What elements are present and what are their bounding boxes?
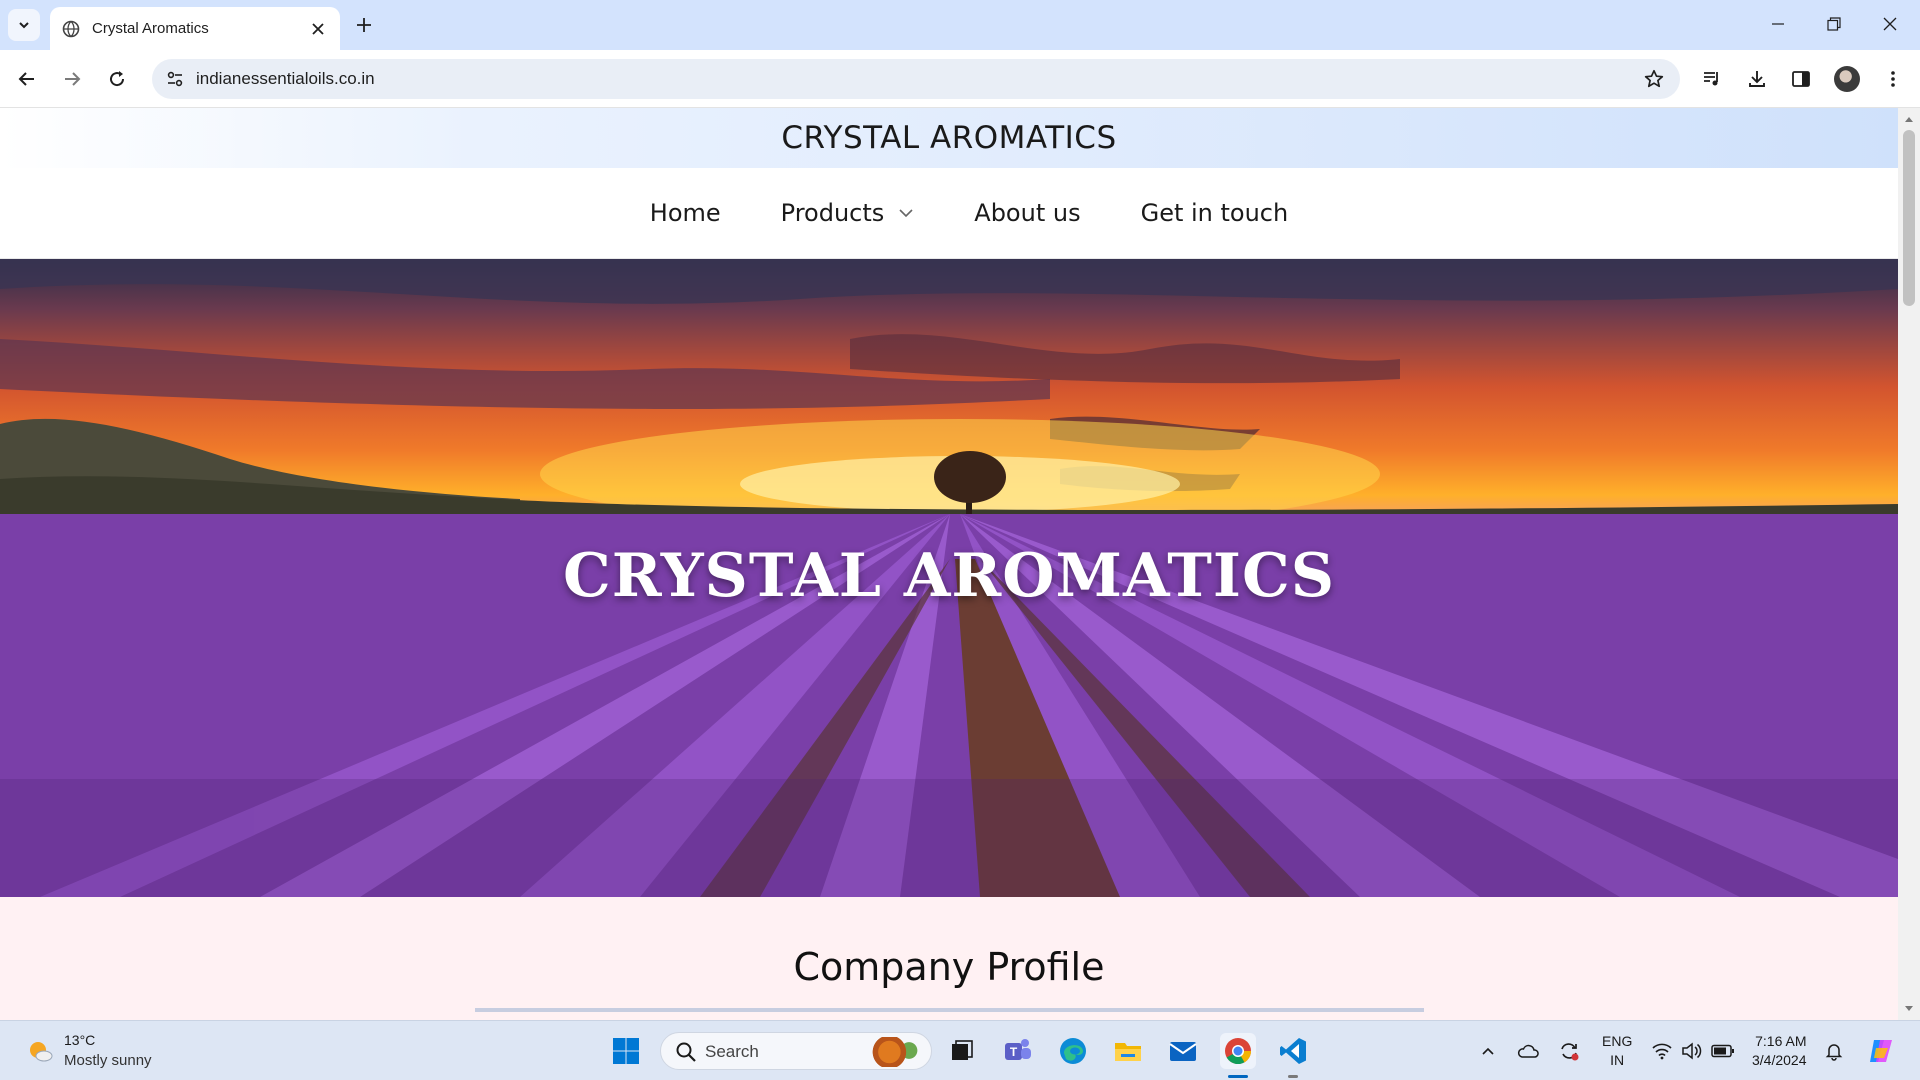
chrome-icon xyxy=(1225,1038,1252,1065)
edge-app[interactable] xyxy=(1055,1033,1091,1069)
volume-icon[interactable] xyxy=(1680,1039,1704,1063)
side-panel-icon[interactable] xyxy=(1787,65,1815,93)
tray-overflow-chevron-icon[interactable] xyxy=(1476,1039,1500,1063)
nav-contact-label: Get in touch xyxy=(1140,199,1289,227)
profile-avatar[interactable] xyxy=(1834,66,1860,92)
battery-icon[interactable] xyxy=(1711,1039,1735,1063)
wifi-icon[interactable] xyxy=(1650,1039,1674,1063)
tab-search-button[interactable] xyxy=(8,9,40,41)
browser-tab-strip: Crystal Aromatics xyxy=(0,0,1920,50)
close-icon xyxy=(1883,17,1897,31)
menu-kebab-icon[interactable] xyxy=(1879,65,1907,93)
nav-about-label: About us xyxy=(974,199,1081,227)
clock-date: 3/4/2024 xyxy=(1752,1052,1807,1068)
page-scrollbar[interactable] xyxy=(1898,108,1920,1020)
site-navigation: Home Products About us Get in touch xyxy=(0,168,1898,259)
chevron-down-icon xyxy=(19,22,29,29)
browser-toolbar: indianessentialoils.co.in xyxy=(0,50,1920,108)
chrome-active-indicator xyxy=(1228,1075,1248,1078)
copilot-icon[interactable] xyxy=(1866,1036,1896,1066)
start-button[interactable] xyxy=(608,1033,644,1069)
search-icon xyxy=(676,1042,696,1062)
file-explorer-app[interactable] xyxy=(1110,1033,1146,1069)
folder-icon xyxy=(1115,1043,1141,1061)
nav-home[interactable]: Home xyxy=(620,199,751,227)
sync-update-icon[interactable] xyxy=(1557,1039,1581,1063)
tab-title: Crystal Aromatics xyxy=(92,20,209,37)
url-text[interactable]: indianessentialoils.co.in xyxy=(196,69,375,89)
reload-button[interactable] xyxy=(100,62,134,96)
mail-icon xyxy=(1169,1042,1197,1061)
region-code: IN xyxy=(1610,1052,1625,1068)
language-code: ENG xyxy=(1602,1033,1633,1049)
notification-bell-icon[interactable] xyxy=(1822,1039,1846,1063)
hero-title: CRYSTAL AROMATICS xyxy=(562,541,1336,611)
mail-app[interactable] xyxy=(1165,1033,1201,1069)
media-controls-icon[interactable] xyxy=(1698,65,1726,93)
scroll-down-arrow-icon[interactable] xyxy=(1898,1000,1920,1018)
browser-tab-active[interactable]: Crystal Aromatics xyxy=(50,7,340,50)
windows-logo-icon xyxy=(613,1038,639,1064)
hero-banner: CRYSTAL AROMATICS xyxy=(0,259,1898,897)
weather-temperature[interactable]: 13°C xyxy=(64,1032,95,1048)
edge-icon xyxy=(1060,1038,1086,1064)
site-header: CRYSTAL AROMATICS xyxy=(0,108,1898,168)
weather-condition[interactable]: Mostly sunny xyxy=(64,1052,152,1069)
new-tab-button[interactable] xyxy=(350,11,378,39)
plus-icon xyxy=(357,18,371,32)
search-highlight-icon xyxy=(867,1037,923,1067)
arrow-left-icon xyxy=(18,72,34,86)
section-title: Company Profile xyxy=(793,945,1105,989)
task-view-icon xyxy=(952,1040,973,1060)
onedrive-cloud-icon[interactable] xyxy=(1516,1039,1540,1063)
close-window-button[interactable] xyxy=(1862,0,1918,48)
section-divider xyxy=(475,1008,1424,1012)
taskbar-search[interactable]: Search xyxy=(660,1032,932,1070)
site-info-icon[interactable] xyxy=(162,66,188,92)
close-tab-icon[interactable] xyxy=(308,19,328,39)
nav-about[interactable]: About us xyxy=(944,199,1110,227)
download-icon[interactable] xyxy=(1743,65,1771,93)
windows-taskbar: 13°C Mostly sunny Search T ENG IN 7:16 A… xyxy=(0,1020,1920,1080)
globe-icon xyxy=(62,20,80,37)
weather-sun-cloud-icon[interactable] xyxy=(26,1037,54,1065)
teams-icon: T xyxy=(1005,1039,1031,1060)
company-profile-section: Company Profile xyxy=(0,897,1898,1020)
svg-text:T: T xyxy=(1010,1045,1018,1059)
vscode-running-indicator xyxy=(1288,1075,1298,1078)
vscode-app[interactable] xyxy=(1275,1033,1311,1069)
scroll-up-arrow-icon[interactable] xyxy=(1898,110,1920,128)
task-view-button[interactable] xyxy=(944,1033,980,1069)
teams-app[interactable]: T xyxy=(1000,1033,1036,1069)
forward-button[interactable] xyxy=(55,62,89,96)
nav-products-label: Products xyxy=(780,199,885,227)
minimize-button[interactable] xyxy=(1750,0,1806,48)
arrow-right-icon xyxy=(65,72,81,86)
reload-icon xyxy=(110,71,125,87)
back-button[interactable] xyxy=(10,62,44,96)
nav-home-label: Home xyxy=(649,199,721,227)
restore-button[interactable] xyxy=(1806,0,1862,48)
nav-products[interactable]: Products xyxy=(751,199,945,227)
nav-contact[interactable]: Get in touch xyxy=(1111,199,1319,227)
site-brand[interactable]: CRYSTAL AROMATICS xyxy=(781,120,1116,156)
system-clock[interactable]: 7:16 AM 3/4/2024 xyxy=(1752,1032,1807,1070)
search-placeholder: Search xyxy=(705,1042,759,1061)
minimize-icon xyxy=(1772,23,1784,25)
language-indicator[interactable]: ENG IN xyxy=(1602,1032,1632,1070)
page-viewport: CRYSTAL AROMATICS Home Products About us… xyxy=(0,108,1898,1020)
vscode-icon xyxy=(1280,1038,1306,1064)
chevron-down-icon xyxy=(899,209,913,218)
clock-time: 7:16 AM xyxy=(1755,1033,1807,1049)
restore-icon xyxy=(1827,17,1841,31)
address-bar[interactable]: indianessentialoils.co.in xyxy=(152,59,1680,99)
scroll-thumb[interactable] xyxy=(1903,130,1915,306)
bookmark-star-icon[interactable] xyxy=(1642,67,1666,91)
chrome-app[interactable] xyxy=(1220,1033,1256,1069)
